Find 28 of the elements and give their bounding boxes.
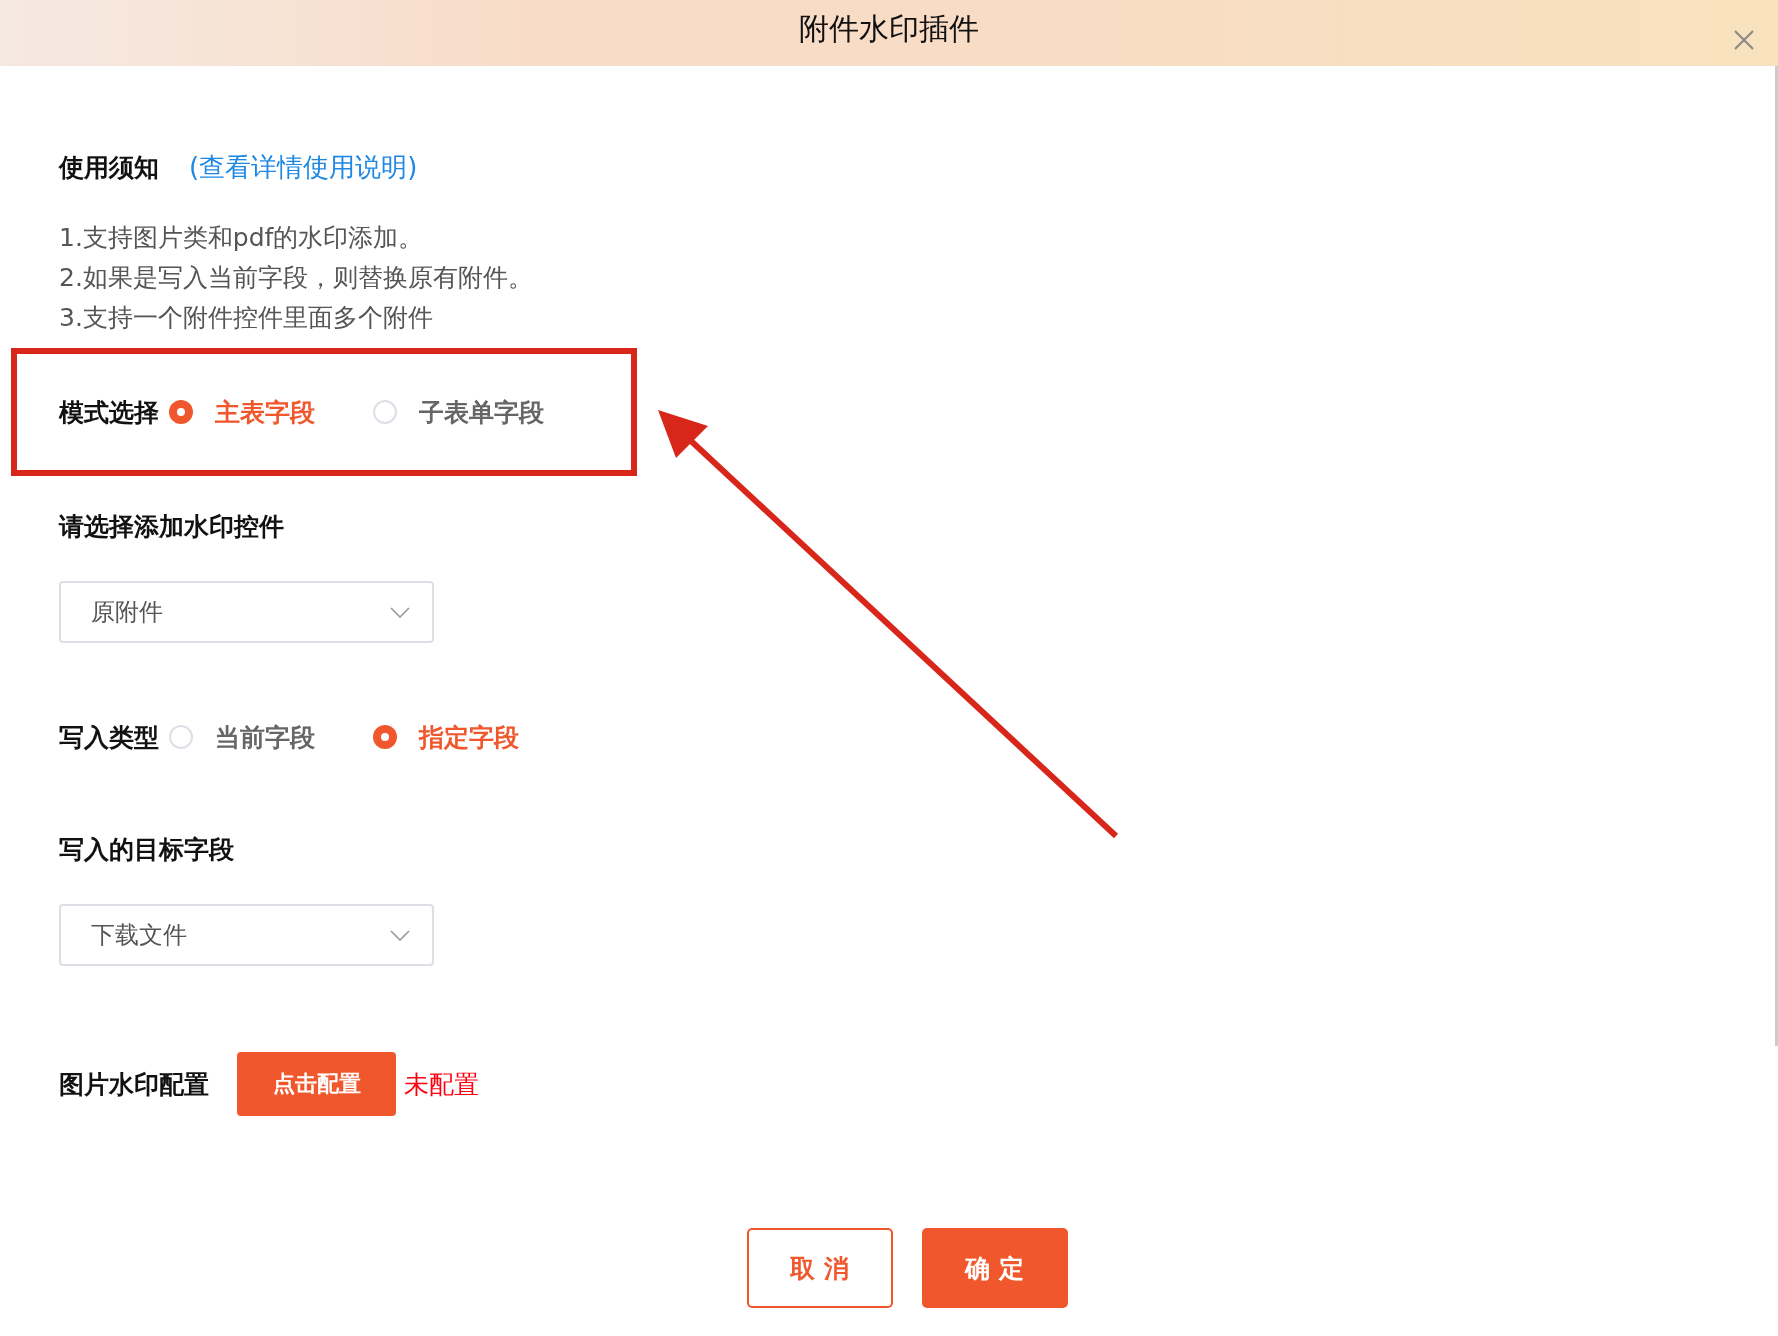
chevron-down-icon — [390, 606, 410, 618]
radio-label[interactable]: 子表单字段 — [419, 395, 544, 429]
confirm-button[interactable]: 确 定 — [921, 1228, 1068, 1308]
field-label: 写入的目标字段 — [59, 834, 234, 866]
field-label: 写入类型 — [59, 721, 159, 754]
section-title: 使用须知 — [59, 151, 159, 184]
dialog-title: 附件水印插件 — [799, 9, 979, 48]
field-label: 请选择添加水印控件 — [59, 511, 284, 543]
help-link[interactable]: (查看详情使用说明) — [189, 149, 418, 185]
radio-button[interactable] — [373, 400, 397, 424]
field-label: 图片水印配置 — [59, 1068, 209, 1101]
notice-text: 2.如果是写入当前字段，则替换原有附件。 — [59, 262, 534, 294]
status-text: 未配置 — [404, 1068, 479, 1101]
chevron-down-icon — [390, 929, 410, 941]
radio-label[interactable]: 指定字段 — [419, 720, 519, 754]
radio-label[interactable]: 当前字段 — [215, 720, 315, 754]
cancel-button[interactable]: 取 消 — [746, 1228, 893, 1308]
radio-button[interactable] — [373, 725, 397, 749]
radio-button[interactable] — [169, 725, 193, 749]
radio-button[interactable] — [169, 400, 193, 424]
notice-text: 1.支持图片类和pdf的水印添加。 — [59, 222, 425, 254]
close-icon[interactable] — [1734, 30, 1754, 50]
radio-label[interactable]: 主表字段 — [215, 395, 315, 429]
select-field[interactable]: 下载文件 — [59, 904, 434, 966]
field-label: 模式选择 — [59, 396, 159, 429]
notice-text: 3.支持一个附件控件里面多个附件 — [59, 302, 434, 334]
select-field[interactable]: 原附件 — [59, 581, 434, 643]
configure-button[interactable]: 点击配置 — [237, 1052, 396, 1116]
